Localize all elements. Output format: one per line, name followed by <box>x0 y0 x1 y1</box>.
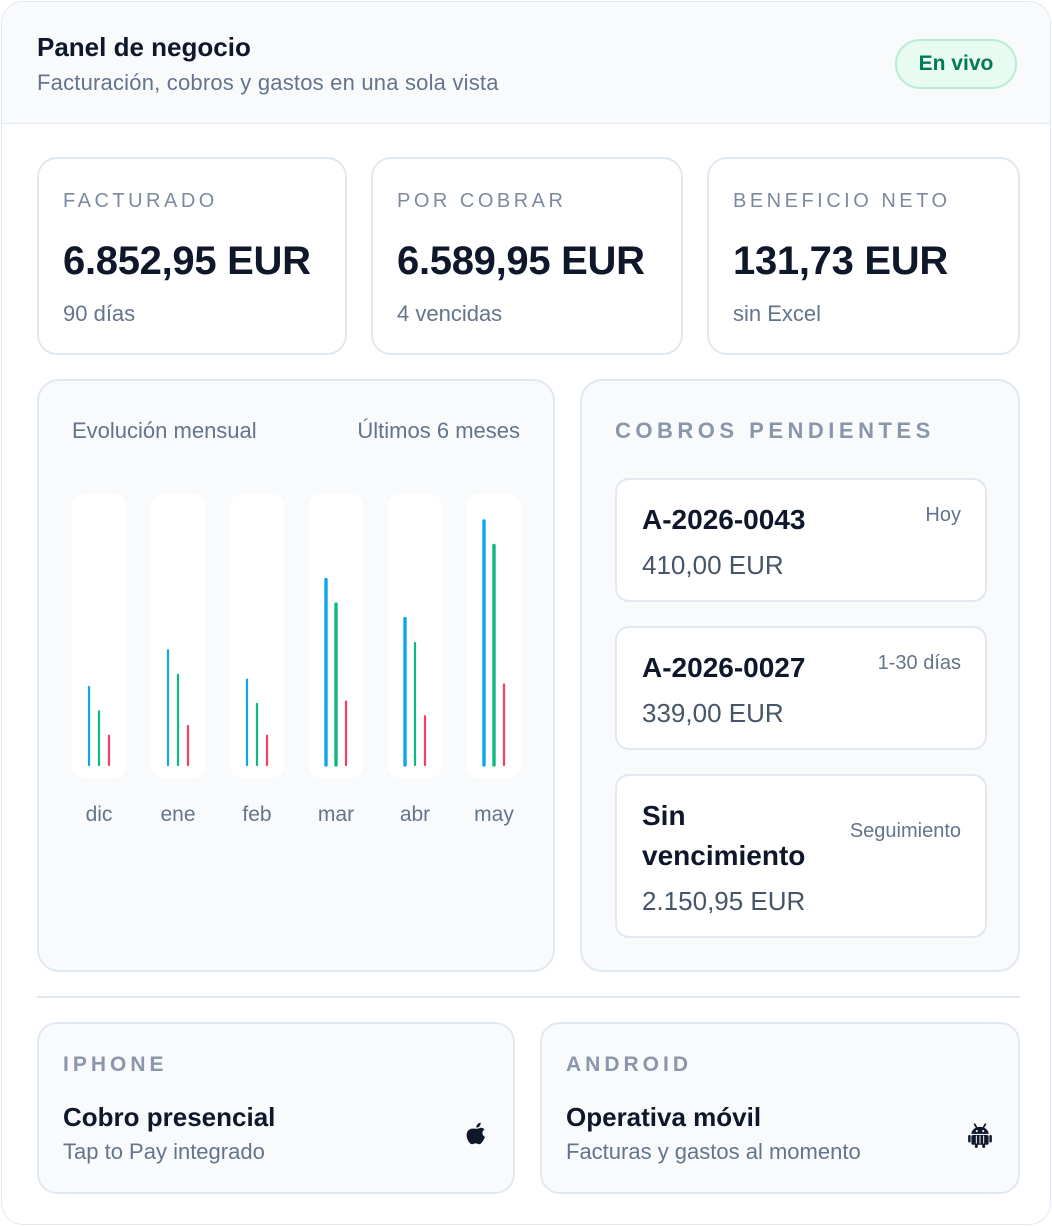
kpi-card-facturado: FACTURADO 6.852,95 EUR 90 días <box>37 157 347 355</box>
pending-item[interactable]: Sin vencimiento Seguimiento 2.150,95 EUR <box>615 774 987 938</box>
device-subtitle: Facturas y gastos al momento <box>566 1139 861 1164</box>
due-label: Hoy <box>925 504 961 526</box>
live-status-badge: En vivo <box>895 39 1017 89</box>
due-label: 1-30 días <box>877 652 961 674</box>
monthly-chart-card: dic ene feb mar abr may Evolución mensual Últ… <box>37 379 555 972</box>
panel-subtitle: Facturación, cobros y gastos en una sola… <box>37 70 499 95</box>
pending-item[interactable]: A-2026-0027 1-30 días 339,00 EUR <box>615 626 987 750</box>
android-card[interactable]: ANDROID Operativa móvil Facturas y gasto… <box>540 1022 1020 1194</box>
section-divider <box>37 996 1020 998</box>
x-tick-label: dic <box>86 803 113 826</box>
device-title: Operativa móvil <box>566 1102 762 1132</box>
x-tick-label: ene <box>160 803 195 826</box>
invoice-amount: 410,00 EUR <box>642 550 784 580</box>
kpi-value: 6.852,95 EUR <box>63 239 311 283</box>
pending-item[interactable]: A-2026-0043 Hoy 410,00 EUR <box>615 478 987 602</box>
business-panel: Panel de negocio Facturación, cobros y g… <box>1 1 1051 1225</box>
chart-range: Últimos 6 meses <box>357 418 520 443</box>
invoice-id: A-2026-0027 <box>642 652 806 683</box>
device-title: Cobro presencial <box>63 1102 276 1132</box>
kpi-card-por-cobrar: POR COBRAR 6.589,95 EUR 4 vencidas <box>371 157 683 355</box>
pending-payments-card: COBROS PENDIENTES A-2026-0043 Hoy 410,00… <box>580 379 1020 972</box>
invoice-id: A-2026-0043 <box>642 504 806 535</box>
kpi-value: 6.589,95 EUR <box>397 239 645 283</box>
panel-title: Panel de negocio <box>37 32 251 62</box>
x-tick-label: feb <box>242 803 271 826</box>
kpi-value: 131,73 EUR <box>733 239 948 283</box>
invoice-amount: 339,00 EUR <box>642 698 784 728</box>
kpi-note: sin Excel <box>733 301 822 326</box>
due-label: Seguimiento <box>849 820 961 842</box>
invoice-amount: 2.150,95 EUR <box>642 886 806 916</box>
kpi-note: 90 días <box>63 301 136 326</box>
x-tick-label: abr <box>400 803 430 826</box>
pending-title: COBROS PENDIENTES <box>615 418 935 443</box>
apple-icon <box>466 1122 485 1145</box>
kpi-card-beneficio-neto: BENEFICIO NETO 131,73 EUR sin Excel <box>707 157 1020 355</box>
chart-title: Evolución mensual <box>72 418 257 443</box>
device-label: ANDROID <box>566 1053 692 1076</box>
x-tick-label: mar <box>318 803 354 826</box>
android-icon <box>968 1123 992 1148</box>
device-subtitle: Tap to Pay integrado <box>63 1139 265 1164</box>
kpi-label: FACTURADO <box>63 190 218 212</box>
x-tick-label: may <box>474 803 514 826</box>
monthly-bar-chart: dic ene feb mar abr may <box>72 494 521 826</box>
kpi-note: 4 vencidas <box>397 301 503 326</box>
iphone-card[interactable]: IPHONE Cobro presencial Tap to Pay integ… <box>37 1022 515 1194</box>
device-label: IPHONE <box>63 1053 168 1076</box>
kpi-label: BENEFICIO NETO <box>733 190 951 212</box>
kpi-label: POR COBRAR <box>397 190 567 212</box>
invoice-id: Sin vencimiento <box>642 800 806 871</box>
panel-header: Panel de negocio Facturación, cobros y g… <box>2 2 1050 124</box>
